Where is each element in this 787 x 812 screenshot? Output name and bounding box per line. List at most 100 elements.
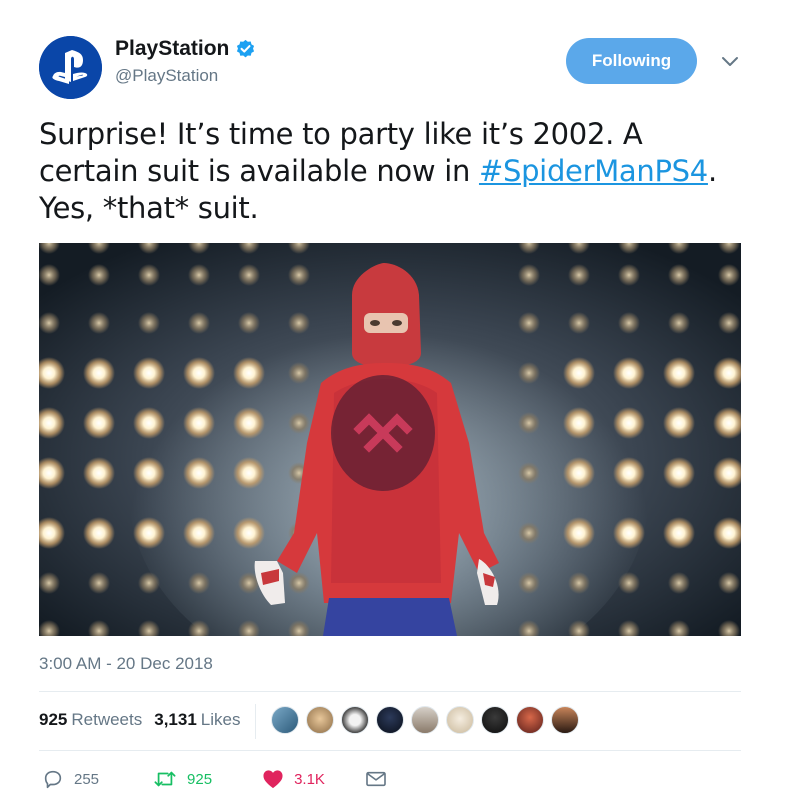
stage-light xyxy=(718,312,740,334)
stage-light xyxy=(518,462,540,484)
stage-light xyxy=(613,407,645,439)
retweet-count: 925 xyxy=(187,770,213,788)
retweets-stat[interactable]: 925 Retweets xyxy=(39,710,142,730)
retweets-stat-count: 925 xyxy=(39,710,68,729)
stage-light xyxy=(668,572,690,594)
divider-top xyxy=(39,691,741,692)
stage-light xyxy=(518,572,540,594)
stage-light xyxy=(138,572,160,594)
stage-light xyxy=(668,264,690,286)
stage-light xyxy=(233,517,265,549)
stage-light xyxy=(288,312,310,334)
stage-light xyxy=(663,457,695,489)
stage-light xyxy=(563,517,595,549)
stage-light xyxy=(188,264,210,286)
reply-button[interactable]: 255 xyxy=(42,768,99,790)
stage-light xyxy=(138,312,160,334)
stage-light xyxy=(288,412,310,434)
stage-light xyxy=(39,572,60,594)
stage-light xyxy=(183,407,215,439)
liker-avatar[interactable] xyxy=(551,706,579,734)
divider-bottom xyxy=(39,750,741,751)
stage-light xyxy=(518,362,540,384)
following-button[interactable]: Following xyxy=(566,38,697,84)
stage-light xyxy=(613,517,645,549)
stage-light xyxy=(618,572,640,594)
stage-light xyxy=(618,312,640,334)
stats-separator xyxy=(255,704,256,739)
likes-stat-label: Likes xyxy=(200,710,241,729)
liker-avatar[interactable] xyxy=(516,706,544,734)
stage-light xyxy=(183,517,215,549)
display-name-text[interactable]: PlayStation xyxy=(115,36,229,62)
stage-light xyxy=(39,264,60,286)
stage-light xyxy=(718,264,740,286)
verified-badge-icon xyxy=(237,39,255,57)
direct-message-button[interactable] xyxy=(365,770,387,788)
stage-light xyxy=(188,312,210,334)
heart-icon xyxy=(263,770,283,789)
stage-light xyxy=(288,264,310,286)
stage-light xyxy=(133,457,165,489)
like-button[interactable]: 3.1K xyxy=(262,769,325,789)
stage-light xyxy=(518,522,540,544)
engagement-stats: 925 Retweets 3,131 Likes xyxy=(39,710,252,730)
retweets-stat-label: Retweets xyxy=(71,710,143,729)
liker-avatar[interactable] xyxy=(341,706,369,734)
stage-light xyxy=(518,264,540,286)
likes-stat-count: 3,131 xyxy=(154,710,197,729)
stage-light xyxy=(663,517,695,549)
stage-light xyxy=(83,407,115,439)
envelope-icon xyxy=(366,771,386,787)
stage-light xyxy=(238,264,260,286)
stage-light xyxy=(183,457,215,489)
handle[interactable]: @PlayStation xyxy=(115,65,256,87)
stage-light xyxy=(39,312,60,334)
stage-light xyxy=(133,407,165,439)
stage-light xyxy=(568,264,590,286)
liker-avatar[interactable] xyxy=(271,706,299,734)
stage-light xyxy=(668,312,690,334)
stage-light xyxy=(233,407,265,439)
stage-light xyxy=(133,357,165,389)
stage-light xyxy=(618,264,640,286)
stage-light xyxy=(563,457,595,489)
stage-light xyxy=(518,312,540,334)
stage-light xyxy=(233,457,265,489)
stage-light xyxy=(138,264,160,286)
stage-light xyxy=(568,572,590,594)
stage-light xyxy=(88,312,110,334)
stage-light xyxy=(88,264,110,286)
liker-avatar[interactable] xyxy=(376,706,404,734)
tweet-timestamp[interactable]: 3:00 AM - 20 Dec 2018 xyxy=(39,654,213,674)
stage-light xyxy=(663,407,695,439)
stage-light xyxy=(83,357,115,389)
stage-light xyxy=(613,457,645,489)
liker-avatar[interactable] xyxy=(411,706,439,734)
hashtag-link[interactable]: #SpiderManPS4 xyxy=(479,154,708,188)
liker-avatar[interactable] xyxy=(446,706,474,734)
tweet-media-image[interactable] xyxy=(39,243,741,636)
display-name[interactable]: PlayStation xyxy=(115,36,256,62)
avatar[interactable] xyxy=(39,36,102,99)
stage-light xyxy=(233,357,265,389)
chevron-down-icon[interactable] xyxy=(721,56,739,68)
reply-count: 255 xyxy=(74,770,100,788)
liker-avatar[interactable] xyxy=(481,706,509,734)
stage-light xyxy=(518,412,540,434)
retweet-button[interactable]: 925 xyxy=(153,768,212,790)
stage-light xyxy=(288,362,310,384)
account-header: PlayStation @PlayStation xyxy=(115,36,256,87)
tweet-text: Surprise! It’s time to party like it’s 2… xyxy=(39,116,739,227)
like-count: 3.1K xyxy=(294,770,325,788)
stage-light xyxy=(183,357,215,389)
stage-light xyxy=(563,407,595,439)
stage-light xyxy=(238,312,260,334)
stage-light xyxy=(288,572,310,594)
liker-avatar[interactable] xyxy=(306,706,334,734)
playstation-logo-icon xyxy=(39,36,102,99)
stage-light xyxy=(568,312,590,334)
tweet-actions: 255 925 3.1K xyxy=(42,768,387,790)
stage-light xyxy=(663,357,695,389)
likes-stat[interactable]: 3,131 Likes xyxy=(154,710,240,730)
